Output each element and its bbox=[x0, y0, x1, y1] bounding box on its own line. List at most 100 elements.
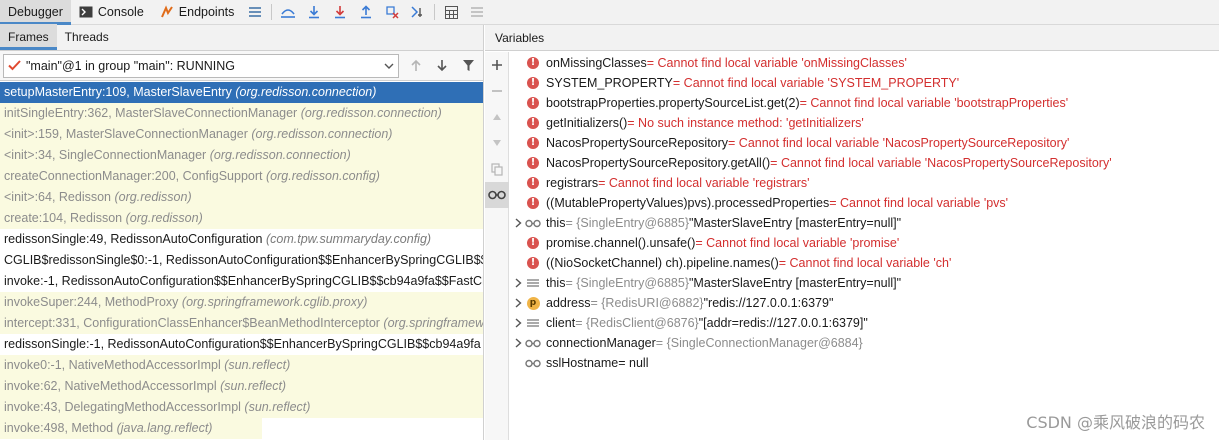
frame-row[interactable]: redissonSingle:49, RedissonAutoConfigura… bbox=[0, 229, 483, 250]
variable-row[interactable]: ! ((MutablePropertyValues)pvs).processedP… bbox=[511, 193, 1211, 213]
step-over-button[interactable] bbox=[301, 0, 327, 25]
frame-row[interactable]: invoke:-1, RedissonAutoConfiguration$$En… bbox=[0, 271, 483, 292]
frame-method: invokeSuper:244, MethodProxy bbox=[4, 295, 179, 309]
thread-dropdown[interactable]: "main"@1 in group "main": RUNNING bbox=[3, 53, 399, 78]
tab-label: Console bbox=[97, 5, 144, 19]
step-out-icon bbox=[361, 5, 372, 19]
frame-row[interactable]: intercept:331, ConfigurationClassEnhance… bbox=[0, 313, 483, 334]
show-watches-toggle[interactable] bbox=[485, 182, 509, 208]
tab-console[interactable]: Console bbox=[71, 0, 152, 25]
variable-row[interactable]: ! NacosPropertySourceRepository.getAll() … bbox=[511, 153, 1211, 173]
frame-row[interactable]: setupMasterEntry:109, MasterSlaveEntry (… bbox=[0, 82, 483, 103]
variable-row[interactable]: this = {SingleEntry@6885} "MasterSlaveEn… bbox=[511, 273, 1211, 293]
variable-row[interactable]: ! promise.channel().unsafe() = Cannot fin… bbox=[511, 233, 1211, 253]
frame-method: redissonSingle:49, RedissonAutoConfigura… bbox=[4, 232, 263, 246]
variable-row[interactable]: ! SYSTEM_PROPERTY = Cannot find local var… bbox=[511, 73, 1211, 93]
variable-type: = {SingleEntry@6885} bbox=[565, 216, 689, 230]
drop-frame-button[interactable] bbox=[379, 0, 405, 25]
chevron-right-icon[interactable] bbox=[511, 278, 525, 288]
frame-row[interactable]: invoke:62, NativeMethodAccessorImpl (sun… bbox=[0, 376, 483, 397]
frame-row[interactable]: create:104, Redisson (org.redisson) bbox=[0, 208, 483, 229]
plus-icon bbox=[492, 60, 502, 70]
frame-row[interactable]: CGLIB$redissonSingle$0:-1, RedissonAutoC… bbox=[0, 250, 483, 271]
frame-row[interactable]: invoke:43, DelegatingMethodAccessorImpl … bbox=[0, 397, 483, 418]
tab-endpoints[interactable]: Endpoints bbox=[152, 0, 243, 25]
previous-frame-button[interactable] bbox=[403, 51, 429, 81]
variable-row[interactable]: this = {SingleEntry@6885} "MasterSlaveEn… bbox=[511, 213, 1211, 233]
chevron-right-icon[interactable] bbox=[511, 318, 525, 328]
variable-row[interactable]: connectionManager = {SingleConnectionMan… bbox=[511, 333, 1211, 353]
error-message: = Cannot find local variable 'bootstrapP… bbox=[799, 96, 1069, 110]
calculator-icon bbox=[444, 5, 458, 19]
toolbar-divider bbox=[434, 4, 436, 20]
variable-row[interactable]: client = {RedisClient@6876} "[addr=redis… bbox=[511, 313, 1211, 333]
chevron-right-icon[interactable] bbox=[511, 298, 525, 308]
duplicate-watch-button[interactable] bbox=[485, 156, 509, 182]
move-watch-down-button[interactable] bbox=[485, 130, 509, 156]
parameter-icon: p bbox=[525, 296, 541, 310]
tab-label: Frames bbox=[8, 30, 49, 44]
frame-row[interactable]: <init>:34, SingleConnectionManager (org.… bbox=[0, 145, 483, 166]
variable-row[interactable]: ! registrars = Cannot find local variable… bbox=[511, 173, 1211, 193]
frame-row[interactable]: initSingleEntry:362, MasterSlaveConnecti… bbox=[0, 103, 483, 124]
frame-row[interactable]: <init>:159, MasterSlaveConnectionManager… bbox=[0, 124, 483, 145]
error-message: = Cannot find local variable 'SYSTEM_PRO… bbox=[672, 76, 960, 90]
error-message: = Cannot find local variable 'promise' bbox=[695, 236, 900, 250]
next-frame-button[interactable] bbox=[429, 51, 455, 81]
variable-row[interactable]: sslHostname = null bbox=[511, 353, 1211, 373]
frame-method: invoke:-1, RedissonAutoConfiguration$$En… bbox=[4, 274, 483, 288]
frame-package: (org.redisson.connection) bbox=[209, 148, 351, 162]
run-to-cursor-icon bbox=[411, 6, 423, 18]
error-icon: ! bbox=[525, 156, 541, 170]
error-icon: ! bbox=[525, 136, 541, 150]
step-out-button[interactable] bbox=[353, 0, 379, 25]
frame-row[interactable]: createConnectionManager:200, ConfigSuppo… bbox=[0, 166, 483, 187]
tab-label: Endpoints bbox=[178, 5, 235, 19]
tab-frames[interactable]: Frames bbox=[0, 24, 57, 50]
variable-row[interactable]: ! onMissingClasses = Cannot find local va… bbox=[511, 53, 1211, 73]
error-icon: ! bbox=[525, 56, 541, 70]
copy-icon bbox=[491, 162, 503, 176]
arrow-up-icon bbox=[411, 59, 421, 71]
layout-menu-button[interactable] bbox=[242, 0, 268, 25]
variable-row[interactable]: ! getInitializers() = No such instance me… bbox=[511, 113, 1211, 133]
error-icon: ! bbox=[525, 76, 541, 90]
endpoints-icon bbox=[160, 5, 174, 19]
variable-row[interactable]: p address = {RedisURI@6882} "redis://127.… bbox=[511, 293, 1211, 313]
frame-package: (org.springframework.context.annotation) bbox=[383, 316, 483, 330]
frame-method: CGLIB$redissonSingle$0:-1, RedissonAutoC… bbox=[4, 253, 483, 267]
tab-threads[interactable]: Threads bbox=[57, 24, 117, 50]
variable-name: NacosPropertySourceRepository.getAll() bbox=[546, 156, 771, 170]
variable-row[interactable]: ! ((NioSocketChannel) ch).pipeline.names(… bbox=[511, 253, 1211, 273]
frame-method: <init>:34, SingleConnectionManager bbox=[4, 148, 207, 162]
step-into-button[interactable] bbox=[327, 0, 353, 25]
frame-row[interactable]: invokeSuper:244, MethodProxy (org.spring… bbox=[0, 292, 483, 313]
tab-debugger[interactable]: Debugger bbox=[0, 0, 71, 25]
run-to-cursor-button[interactable] bbox=[405, 0, 431, 25]
menu-icon bbox=[249, 7, 262, 17]
show-execution-point-icon bbox=[281, 9, 296, 18]
trace-button[interactable] bbox=[464, 0, 490, 25]
variable-name: SYSTEM_PROPERTY bbox=[546, 76, 673, 90]
new-watch-button[interactable] bbox=[485, 52, 509, 78]
variable-row[interactable]: ! bootstrapProperties.propertySourceList.… bbox=[511, 93, 1211, 113]
frame-row[interactable]: redissonSingle:-1, RedissonAutoConfigura… bbox=[0, 334, 483, 355]
trace-icon bbox=[471, 7, 484, 17]
frame-row[interactable]: invoke0:-1, NativeMethodAccessorImpl (su… bbox=[0, 355, 483, 376]
frame-row[interactable]: invoke:498, Method (java.lang.reflect) bbox=[0, 418, 262, 439]
drop-frame-icon bbox=[386, 6, 399, 19]
thread-selector-row: "main"@1 in group "main": RUNNING bbox=[0, 51, 483, 81]
remove-watch-button[interactable] bbox=[485, 78, 509, 104]
show-execution-point-button[interactable] bbox=[275, 0, 301, 25]
variable-type: = {RedisURI@6882} bbox=[590, 296, 704, 310]
variable-row[interactable]: ! NacosPropertySourceRepository = Cannot … bbox=[511, 133, 1211, 153]
move-watch-up-button[interactable] bbox=[485, 104, 509, 130]
error-message: = No such instance method: 'getInitializ… bbox=[627, 116, 864, 130]
error-message: = Cannot find local variable 'onMissingC… bbox=[646, 56, 907, 70]
evaluate-expression-button[interactable] bbox=[438, 0, 464, 25]
frame-row[interactable]: <init>:64, Redisson (org.redisson) bbox=[0, 187, 483, 208]
filter-frames-button[interactable] bbox=[455, 51, 481, 81]
error-message: = Cannot find local variable 'NacosPrope… bbox=[770, 156, 1112, 170]
chevron-right-icon[interactable] bbox=[511, 218, 525, 228]
chevron-right-icon[interactable] bbox=[511, 338, 525, 348]
